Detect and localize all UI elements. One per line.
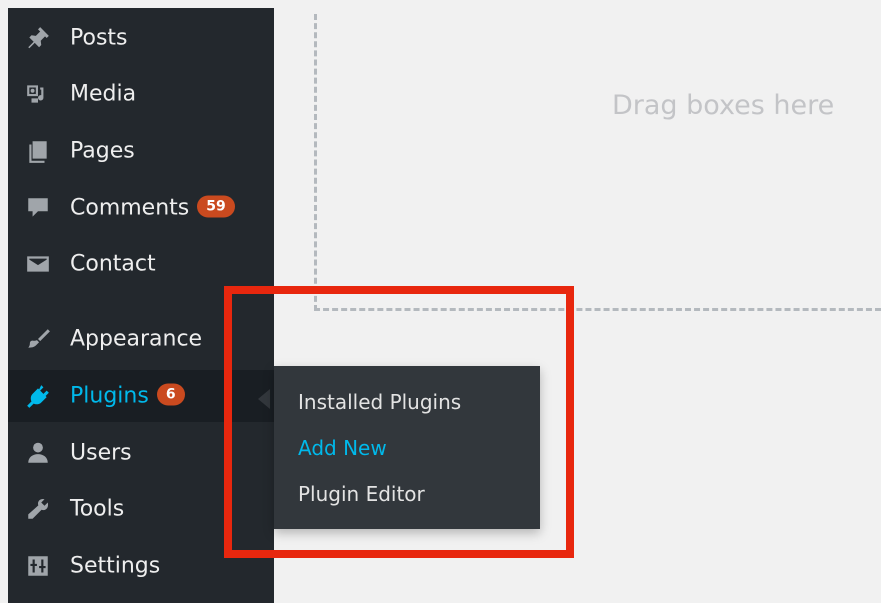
submenu-installed-plugins[interactable]: Installed Plugins: [298, 390, 461, 414]
plugin-icon: [24, 382, 52, 410]
sidebar-item-comments[interactable]: Comments 59: [8, 182, 274, 234]
pages-icon: [24, 137, 52, 165]
sidebar-item-label: Settings: [70, 553, 161, 579]
sidebar-item-settings[interactable]: Settings: [8, 540, 274, 592]
comments-count-badge: 59: [197, 195, 235, 218]
sidebar-item-label: Posts: [70, 25, 128, 51]
sidebar-item-label: Users: [70, 440, 132, 466]
sidebar-item-label: Pages: [70, 138, 135, 164]
dashboard-dropzone[interactable]: [314, 14, 881, 311]
sidebar-item-users[interactable]: Users: [8, 427, 274, 479]
submenu-plugin-editor[interactable]: Plugin Editor: [298, 482, 425, 506]
sidebar-item-posts[interactable]: Posts: [8, 12, 274, 64]
submenu-pointer: [258, 389, 270, 409]
paintbrush-icon: [24, 325, 52, 353]
comment-icon: [24, 194, 52, 222]
sidebar-item-label: Tools: [70, 496, 125, 522]
sidebar-item-label: Appearance: [70, 326, 203, 352]
sidebar-item-contact[interactable]: Contact: [8, 238, 274, 290]
plugin-updates-badge: 6: [156, 383, 185, 406]
wrench-icon: [24, 495, 52, 523]
sidebar-item-label: Comments 59: [70, 195, 235, 221]
settings-icon: [24, 552, 52, 580]
pin-icon: [24, 24, 52, 52]
sidebar-item-label: Contact: [70, 251, 156, 277]
dropzone-placeholder: Drag boxes here: [612, 90, 835, 121]
sidebar-item-media[interactable]: Media: [8, 68, 274, 120]
sidebar-item-appearance[interactable]: Appearance: [8, 313, 274, 365]
envelope-icon: [24, 250, 52, 278]
submenu-add-new[interactable]: Add New: [298, 436, 387, 460]
admin-sidebar: Posts Media Pages Comments 59 Contact Ap…: [8, 8, 274, 603]
sidebar-item-label: Media: [70, 81, 137, 107]
user-icon: [24, 439, 52, 467]
sidebar-item-pages[interactable]: Pages: [8, 125, 274, 177]
sidebar-item-plugins[interactable]: Plugins 6: [8, 370, 274, 422]
plugins-flyout-submenu: Installed Plugins Add New Plugin Editor: [274, 366, 540, 529]
admin-screen: Drag boxes here Posts Media Pages Commen…: [0, 0, 881, 603]
sidebar-item-label: Plugins 6: [70, 383, 185, 409]
media-icon: [24, 80, 52, 108]
sidebar-item-tools[interactable]: Tools: [8, 483, 274, 535]
